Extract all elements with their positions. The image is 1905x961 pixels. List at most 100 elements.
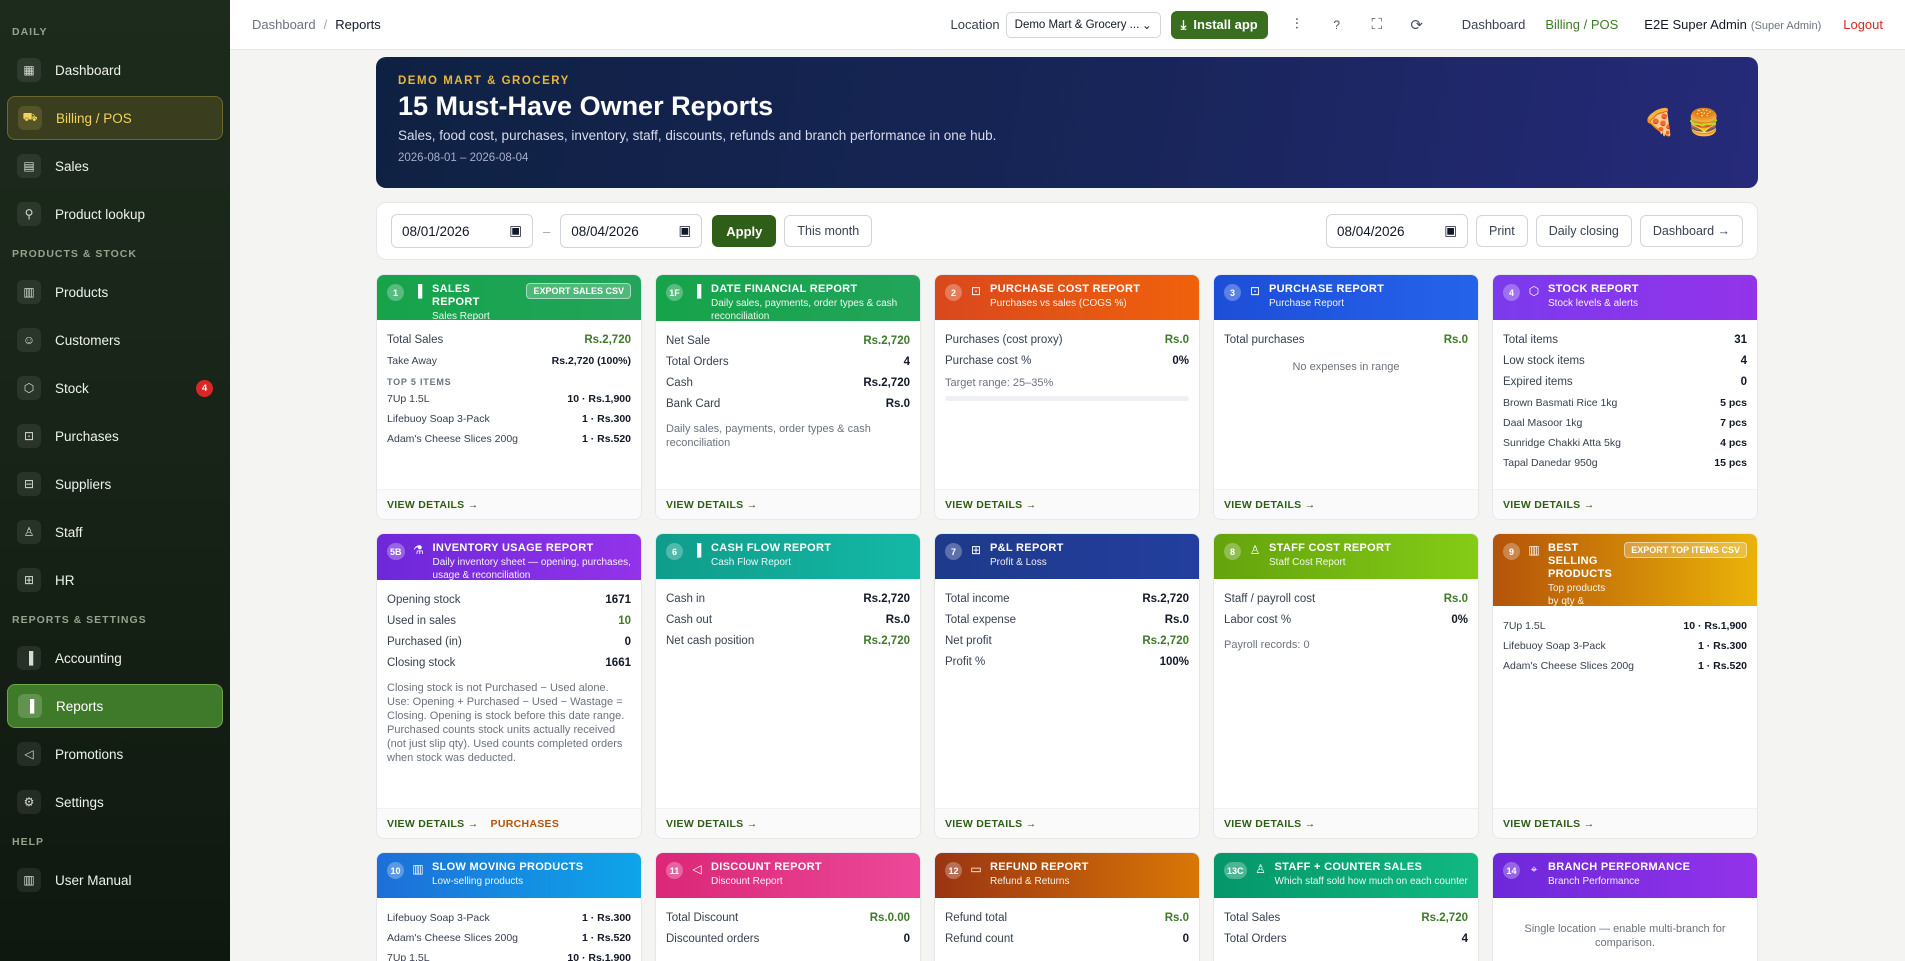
sidebar-item-user-manual[interactable]: ▥ User Manual: [7, 858, 223, 902]
bar-chart-icon: ▐: [17, 646, 41, 670]
sidebar-item-purchases[interactable]: ⊡ Purchases: [7, 414, 223, 458]
install-app-button[interactable]: ⤓ Install app: [1170, 10, 1268, 39]
daily-closing-button[interactable]: Daily closing: [1535, 215, 1632, 247]
export-sales-csv-button[interactable]: EXPORT SALES CSV: [526, 283, 631, 299]
sidebar-item-settings[interactable]: ⚙ Settings: [7, 780, 223, 824]
purchases-link[interactable]: PURCHASES: [491, 818, 560, 830]
metric-value: Rs.0.00: [869, 912, 910, 924]
sidebar-item-suppliers[interactable]: ⊟ Suppliers: [7, 462, 223, 506]
view-details-link[interactable]: VIEW DETAILS →: [1503, 818, 1595, 830]
sidebar-item-products[interactable]: ▥ Products: [7, 270, 223, 314]
discount-report-card: 11 ◁ DISCOUNT REPORT Discount Report Tota…: [655, 852, 921, 961]
install-app-label: Install app: [1193, 17, 1258, 32]
this-month-button[interactable]: This month: [784, 215, 873, 247]
sidebar-item-customers[interactable]: ☺ Customers: [7, 318, 223, 362]
metric-value: Rs.2,720: [1142, 635, 1189, 647]
view-details-link[interactable]: VIEW DETAILS →: [945, 818, 1037, 830]
sidebar-item-accounting[interactable]: ▐ Accounting: [7, 636, 223, 680]
top-link-dashboard[interactable]: Dashboard: [1462, 17, 1526, 32]
location-value: Demo Mart & Grocery ...: [1014, 18, 1140, 31]
card-subtitle: Discount Report: [711, 876, 783, 887]
view-details-link[interactable]: VIEW DETAILS →: [1224, 818, 1316, 830]
view-details-link[interactable]: VIEW DETAILS →: [945, 499, 1037, 511]
metric-label: Total items: [1503, 334, 1558, 346]
sidebar-item-label: HR: [55, 572, 75, 588]
metric-value: Rs.0: [1443, 593, 1468, 605]
metric-label: Cash in: [666, 593, 705, 605]
view-details-link[interactable]: VIEW DETAILS →: [1224, 499, 1316, 511]
metric-value: Rs.2,720: [863, 593, 910, 605]
search-icon: ⚲: [17, 202, 41, 226]
logout-link[interactable]: Logout: [1843, 17, 1883, 32]
metric-label: Used in sales: [387, 615, 457, 627]
sidebar-item-staff[interactable]: ♙ Staff: [7, 510, 223, 554]
export-top-items-csv-button[interactable]: EXPORT TOP ITEMS CSV: [1624, 542, 1747, 558]
card-header: 13C ♙ STAFF + COUNTER SALES Which staff s…: [1214, 853, 1478, 898]
sales-report-card: 1 ▐ SALES REPORT Sales Report EXPORT SALE…: [376, 274, 642, 520]
from-date-input[interactable]: 08/01/2026 ▣: [391, 214, 533, 248]
list-item: Lifebuoy Soap 3-Pack 1 · Rs.300: [1503, 640, 1747, 652]
metric-label: Refund total: [945, 912, 1008, 924]
to-date-input[interactable]: 08/04/2026 ▣: [560, 214, 703, 248]
sidebar-item-billing-pos[interactable]: ⛟ Billing / POS: [7, 96, 223, 140]
metric-label: Total Sales: [387, 334, 444, 346]
card-header: 12 ▭ REFUND REPORT Refund & Returns: [935, 853, 1199, 898]
metric-label: Cash: [666, 377, 693, 389]
item-name: Adam's Cheese Slices 200g: [387, 932, 518, 944]
location-label: Location: [950, 17, 1000, 32]
reports-grid: 1 ▐ SALES REPORT Sales Report EXPORT SALE…: [376, 274, 1758, 961]
sidebar-item-hr[interactable]: ⊞ HR: [7, 558, 223, 602]
fullscreen-icon[interactable]: ⛶: [1362, 16, 1392, 33]
sidebar-item-sales[interactable]: ▤ Sales: [7, 144, 223, 188]
view-details-link[interactable]: VIEW DETAILS →: [666, 818, 758, 830]
main-content: Dashboard / Reports Location Demo Mart & G…: [230, 0, 1905, 961]
dashboard-button[interactable]: Dashboard →: [1639, 215, 1743, 247]
item-name: 7Up 1.5L: [387, 952, 430, 961]
sidebar-item-label: Purchases: [55, 428, 119, 444]
view-details-link[interactable]: VIEW DETAILS →: [387, 818, 479, 830]
report-number: 9: [1503, 543, 1520, 560]
apply-button[interactable]: Apply: [712, 215, 777, 247]
view-details-link[interactable]: VIEW DETAILS →: [387, 499, 479, 511]
item-value: 1 · Rs.300: [1697, 640, 1747, 652]
card-subtitle: Purchase Report: [1269, 298, 1345, 309]
sidebar-item-stock[interactable]: ⬡ Stock 4: [7, 366, 223, 410]
view-details-link[interactable]: VIEW DETAILS →: [666, 499, 758, 511]
person-icon: ♙: [1249, 543, 1261, 557]
truck-icon: ⊟: [17, 472, 41, 496]
help-icon[interactable]: ?: [1322, 18, 1352, 32]
empty-state: No expenses in range: [1292, 361, 1400, 373]
sidebar-item-product-lookup[interactable]: ⚲ Product lookup: [7, 192, 223, 236]
sliders-icon[interactable]: ⫶: [1282, 16, 1312, 33]
stock-alert-badge: 4: [196, 379, 213, 397]
hero-brand: DEMO MART & GROCERY: [398, 75, 570, 87]
print-button[interactable]: Print: [1476, 215, 1528, 247]
pl-report-card: 7 ⊞ P&L REPORT Profit & Loss Total income…: [934, 533, 1200, 839]
card-header: 11 ◁ DISCOUNT REPORT Discount Report: [656, 853, 920, 898]
location-select[interactable]: Demo Mart & Grocery ... ⌄: [1005, 11, 1161, 38]
metric-value: 0: [624, 636, 631, 648]
refresh-icon[interactable]: ⟳: [1402, 16, 1432, 34]
report-number: 1: [387, 284, 404, 301]
view-details-link[interactable]: VIEW DETAILS →: [1503, 499, 1595, 511]
item-value: 1 · Rs.520: [581, 932, 631, 944]
item-value: 1 · Rs.520: [1697, 660, 1747, 672]
report-number: 5B: [387, 543, 405, 560]
box-icon: ⬡: [17, 376, 41, 400]
card-subtitle: Sales Report: [432, 311, 490, 322]
sidebar-item-reports[interactable]: ▐ Reports: [7, 684, 223, 728]
closing-date-input[interactable]: 08/04/2026 ▣: [1326, 214, 1468, 248]
sidebar-item-promotions[interactable]: ◁ Promotions: [7, 732, 223, 776]
sidebar-item-label: Staff: [55, 524, 83, 540]
top-link-billing-pos[interactable]: Billing / POS: [1545, 17, 1618, 32]
card-subtitle: Refund & Returns: [990, 876, 1070, 887]
breadcrumb-dashboard[interactable]: Dashboard: [252, 17, 316, 32]
metric-label: Purchases (cost proxy): [945, 334, 1063, 346]
breadcrumb-reports: Reports: [335, 17, 381, 32]
cash-flow-report-card: 6 ▐ CASH FLOW REPORT Cash Flow Report Cas…: [655, 533, 921, 839]
card-title: PURCHASE REPORT: [1269, 283, 1385, 295]
card-title: INVENTORY USAGE REPORT: [432, 542, 594, 554]
bar-chart-icon: ▐: [692, 543, 702, 557]
sidebar-item-dashboard[interactable]: ▦ Dashboard: [7, 48, 223, 92]
list-item: Adam's Cheese Slices 200g 1 · Rs.520: [387, 932, 631, 944]
